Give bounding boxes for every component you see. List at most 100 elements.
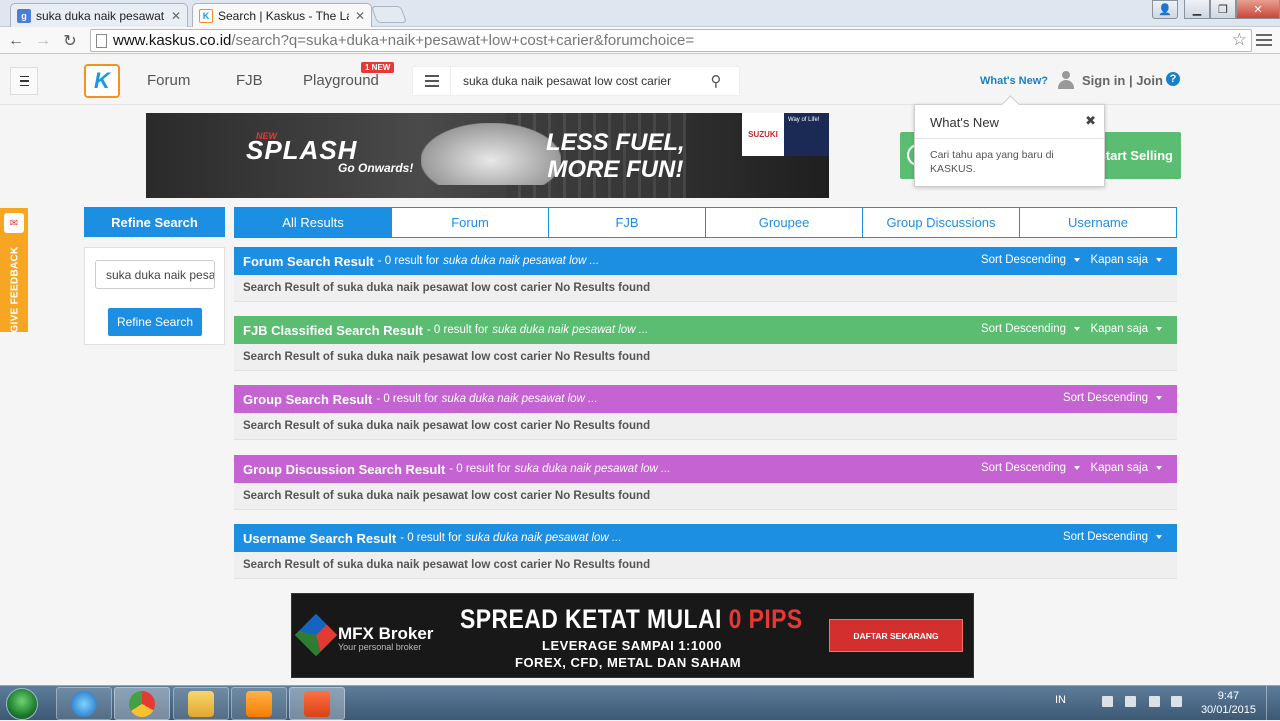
show-desktop-button[interactable] [1266, 686, 1280, 721]
language-indicator[interactable]: IN [1055, 694, 1066, 706]
tab-forum[interactable]: Forum [392, 207, 549, 238]
nav-forum-link[interactable]: Forum [147, 72, 190, 89]
system-tray: IN 9:47 30/01/2015 [1050, 686, 1280, 721]
tab-group-discussions[interactable]: Group Discussions [863, 207, 1020, 238]
divider [915, 138, 1104, 139]
browser-tab-google[interactable]: g suka duka naik pesawat m ✕ [10, 3, 188, 27]
section-title: FJB Classified Search Result [243, 322, 423, 338]
give-feedback-tab[interactable]: ✉ GIVE FEEDBACK [0, 208, 28, 333]
tab-groupee[interactable]: Groupee [706, 207, 863, 238]
new-badge: 1 NEW [361, 62, 395, 73]
refine-search-input[interactable] [95, 260, 215, 289]
search-bar: ⚲ [412, 66, 740, 96]
kaskus-top-nav: K Forum FJB Playground 1 NEW ⚲ What's Ne… [0, 55, 1280, 105]
suzuki-splash-ad[interactable]: NEW SPLASH Go Onwards! LESS FUEL, MORE FU… [146, 113, 829, 198]
suzuki-brand: SUZUKI [742, 113, 784, 156]
media-player-icon[interactable] [231, 687, 287, 720]
mfx-broker-ad[interactable]: MFX Broker Your personal broker SPREAD K… [291, 593, 974, 678]
close-tab-icon[interactable]: ✕ [171, 9, 181, 23]
nav-playground-link[interactable]: Playground [303, 72, 379, 89]
sort-label: Sort Descending [1062, 531, 1148, 543]
bookmark-star-icon[interactable]: ☆ [1232, 30, 1247, 50]
chrome-user-icon[interactable]: 👤 [1152, 0, 1178, 19]
tab-title: Search | Kaskus - The Larg [218, 8, 349, 23]
sort-dropdown[interactable]: Sort Descending [1063, 392, 1162, 404]
section-title: Group Search Result [243, 391, 373, 407]
refine-search-button[interactable]: Refine Search [108, 308, 202, 336]
nav-fjb-link[interactable]: FJB [236, 72, 263, 89]
device-icon[interactable] [1125, 696, 1136, 707]
sort-label: Sort Descending [980, 323, 1066, 335]
section-header: Group Discussion Search Result - 0 resul… [234, 455, 1177, 483]
close-icon[interactable]: ✖ [1085, 113, 1096, 129]
sort-label: Sort Descending [980, 254, 1066, 266]
google-favicon-icon: g [17, 8, 31, 23]
close-tab-icon[interactable]: ✕ [355, 9, 365, 23]
file-explorer-icon[interactable] [173, 687, 229, 720]
whats-new-popover: What's New ✖ Cari tahu apa yang baru di … [914, 104, 1105, 187]
page-viewport: K Forum FJB Playground 1 NEW ⚲ What's Ne… [0, 55, 1280, 685]
sort-dropdown[interactable]: Sort Descending [981, 462, 1080, 474]
restore-window-button[interactable]: ❐ [1210, 0, 1236, 19]
section-count: - 0 result for [376, 393, 438, 405]
search-category-menu-icon[interactable] [413, 66, 451, 96]
daftar-sekarang-button[interactable]: DAFTAR SEKARANG [829, 619, 963, 652]
forward-arrow-icon[interactable]: → [33, 31, 53, 51]
network-signal-icon[interactable] [1171, 696, 1182, 707]
section-header: Forum Search Result - 0 result for suka … [234, 247, 1177, 275]
page-icon [96, 34, 107, 48]
envelope-icon: ✉ [4, 213, 24, 233]
back-arrow-icon[interactable]: ← [6, 31, 26, 51]
ad-headline-line2: MORE FUN! [547, 156, 684, 183]
reload-icon[interactable]: ↻ [60, 31, 80, 51]
chrome-menu-icon[interactable] [1256, 32, 1272, 48]
address-bar[interactable]: www.kaskus.co.id/search?q=suka+duka+naik… [90, 29, 1252, 52]
caret-down-icon [1156, 465, 1162, 470]
ad-headline: LESS FUEL, MORE FUN! [546, 129, 685, 183]
side-menu-button[interactable] [10, 67, 38, 95]
section-title: Group Discussion Search Result [243, 461, 446, 477]
kaskus-favicon-icon: K [199, 8, 213, 23]
start-button[interactable] [6, 688, 38, 720]
minimize-window-button[interactable]: ▁ [1184, 0, 1210, 19]
search-icon[interactable]: ⚲ [701, 72, 731, 90]
popover-body: Cari tahu apa yang baru di KASKUS. [930, 149, 1054, 175]
close-window-button[interactable]: ✕ [1236, 0, 1280, 19]
volume-muted-icon[interactable] [1149, 696, 1160, 707]
time-filter-dropdown[interactable]: Kapan saja [1090, 254, 1162, 266]
clock-time: 9:47 [1217, 690, 1240, 702]
internet-explorer-icon[interactable] [56, 687, 112, 720]
help-icon[interactable]: ? [1166, 72, 1180, 86]
time-filter-dropdown[interactable]: Kapan saja [1090, 323, 1162, 335]
suzuki-logo: SUZUKI Way of Life! [742, 113, 829, 156]
kaskus-logo[interactable]: K [84, 64, 120, 98]
tab-username[interactable]: Username [1020, 207, 1177, 238]
signin-join-link[interactable]: Sign in | Join [1082, 73, 1163, 88]
time-filter-label: Kapan saja [1090, 462, 1148, 474]
search-input[interactable] [451, 74, 701, 88]
powerpoint-icon[interactable] [289, 687, 345, 720]
new-tab-button[interactable] [370, 6, 408, 23]
tab-fjb[interactable]: FJB [549, 207, 706, 238]
sort-label: Sort Descending [1062, 392, 1148, 404]
time-filter-dropdown[interactable]: Kapan saja [1090, 462, 1162, 474]
browser-tab-strip: g suka duka naik pesawat m ✕ K Search | … [0, 0, 1280, 27]
chrome-icon[interactable] [114, 687, 170, 720]
time-filter-label: Kapan saja [1090, 254, 1148, 266]
browser-tab-kaskus[interactable]: K Search | Kaskus - The Larg ✕ [192, 3, 372, 27]
section-count: - 0 result for [426, 324, 489, 336]
whats-new-link[interactable]: What's New? [980, 75, 1048, 87]
tab-all-results[interactable]: All Results [234, 207, 392, 238]
forum-result-section: Forum Search Result - 0 result for suka … [234, 247, 1177, 302]
caret-down-icon [1074, 257, 1080, 262]
action-center-flag-icon[interactable] [1102, 696, 1113, 707]
clock[interactable]: 9:47 30/01/2015 [1201, 689, 1256, 717]
sort-dropdown[interactable]: Sort Descending [981, 254, 1080, 266]
browser-toolbar: ← → ↻ www.kaskus.co.id/search?q=suka+duk… [0, 27, 1280, 54]
sort-dropdown[interactable]: Sort Descending [1063, 531, 1162, 543]
windows-taskbar: IN 9:47 30/01/2015 [0, 685, 1280, 721]
caret-down-icon [1156, 326, 1162, 331]
ad-line-3: FOREX, CFD, METAL DAN SAHAM [515, 655, 742, 670]
sort-dropdown[interactable]: Sort Descending [981, 323, 1080, 335]
url-path: /search?q=suka+duka+naik+pesawat+low+cos… [231, 32, 695, 49]
